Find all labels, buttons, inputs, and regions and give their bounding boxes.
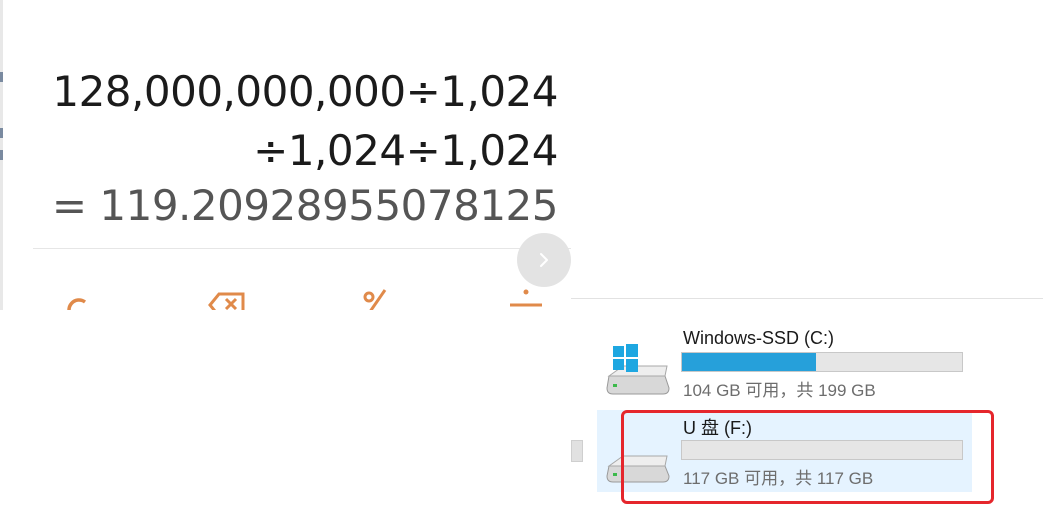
divide-key[interactable] [506, 286, 546, 310]
windows-drive-icon [606, 344, 670, 395]
divide-icon [510, 289, 542, 307]
calculator-keypad [3, 286, 571, 310]
percent-icon [363, 289, 387, 310]
calculator-divider [33, 248, 571, 249]
percent-key[interactable] [356, 286, 396, 310]
calculator-expression: 128,000,000,000÷1,024 ÷1,024÷1,024 [38, 62, 558, 180]
drive-name: Windows-SSD (C:) [683, 328, 835, 348]
highlight-annotation [621, 410, 994, 504]
calculator-panel: 128,000,000,000÷1,024 ÷1,024÷1,024 = 119… [3, 0, 571, 310]
scrollbar-thumb[interactable] [571, 440, 583, 462]
backspace-icon [208, 292, 245, 310]
drive-usage-bar [681, 352, 963, 372]
clear-icon [67, 298, 87, 310]
chevron-right-icon [540, 253, 548, 267]
clear-key[interactable] [58, 286, 98, 310]
calculator-result: = 119.20928955078125 [51, 181, 559, 230]
drive-space-text: 104 GB 可用，共 199 GB [683, 381, 876, 400]
backspace-key[interactable] [207, 286, 247, 310]
expression-line-1: 128,000,000,000÷1,024 [52, 67, 558, 116]
next-button[interactable] [517, 233, 571, 287]
drive-usage-fill [682, 353, 816, 371]
expression-line-2: ÷1,024÷1,024 [253, 126, 558, 175]
